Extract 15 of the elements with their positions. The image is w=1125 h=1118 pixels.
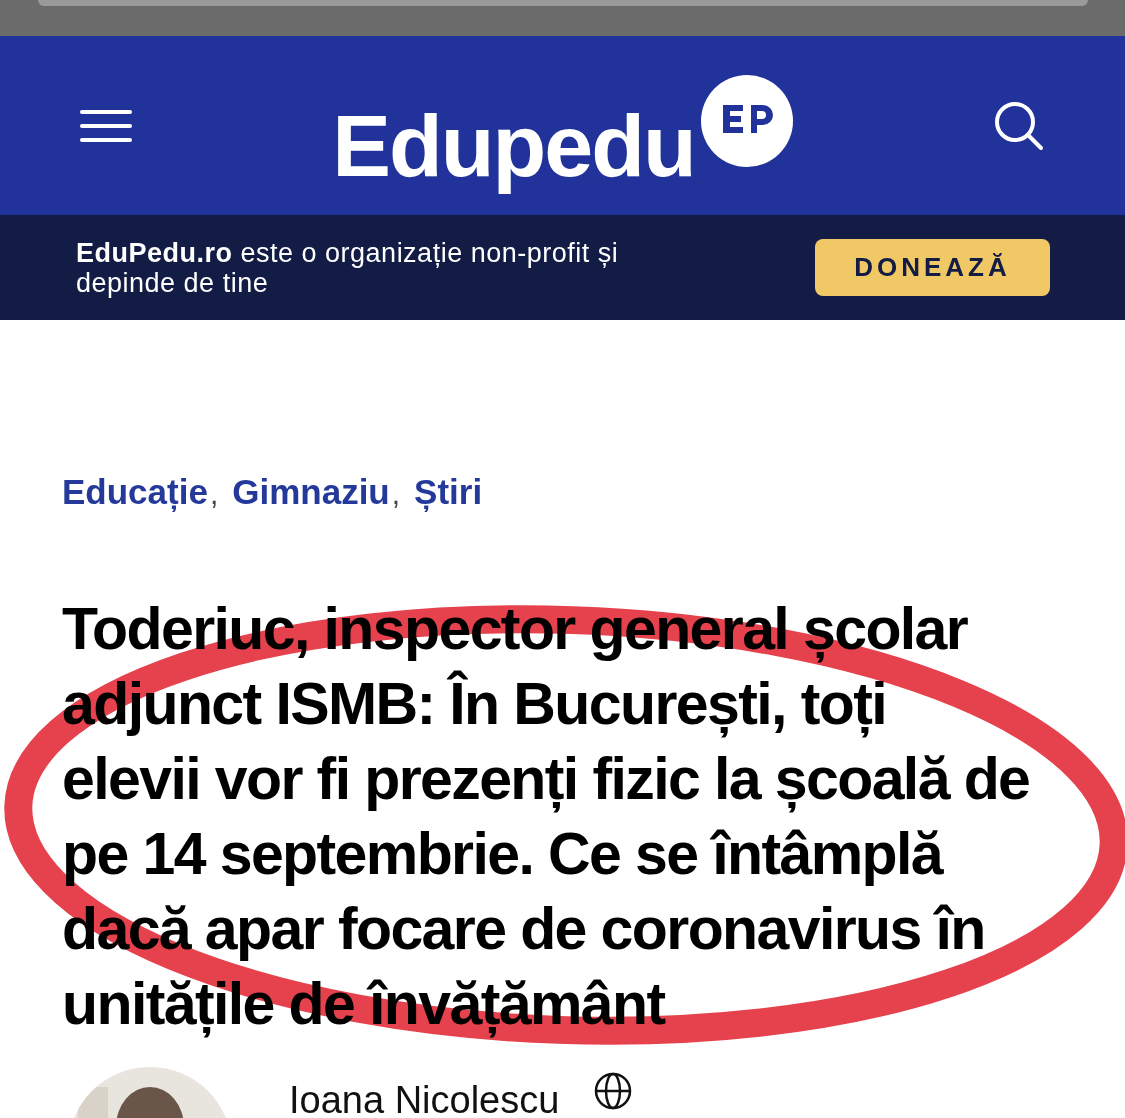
category-link[interactable]: Știri	[414, 472, 483, 512]
category-link[interactable]: Educație	[62, 472, 208, 512]
search-icon[interactable]	[993, 99, 1045, 152]
category-link[interactable]: Gimnaziu	[232, 472, 390, 512]
headline-line: pe 14 septembrie. Ce se întâmplă	[62, 820, 943, 889]
banner-text: EduPedu.ro este o organizație non-profit și depinde de tine	[76, 237, 620, 298]
book-logo-icon	[700, 74, 793, 167]
menu-icon[interactable]	[80, 108, 132, 143]
separator: ,	[391, 477, 401, 511]
author-name[interactable]: Ioana Nicolescu	[289, 1079, 560, 1118]
headline-line: elevii vor fi prezenți fizic la școală de	[62, 745, 1030, 815]
separator: ,	[209, 477, 219, 511]
donate-button[interactable]: DONEAZĂ	[815, 239, 1050, 296]
globe-icon[interactable]	[593, 1071, 634, 1111]
site-logo[interactable]: Edupedu	[332, 94, 695, 197]
